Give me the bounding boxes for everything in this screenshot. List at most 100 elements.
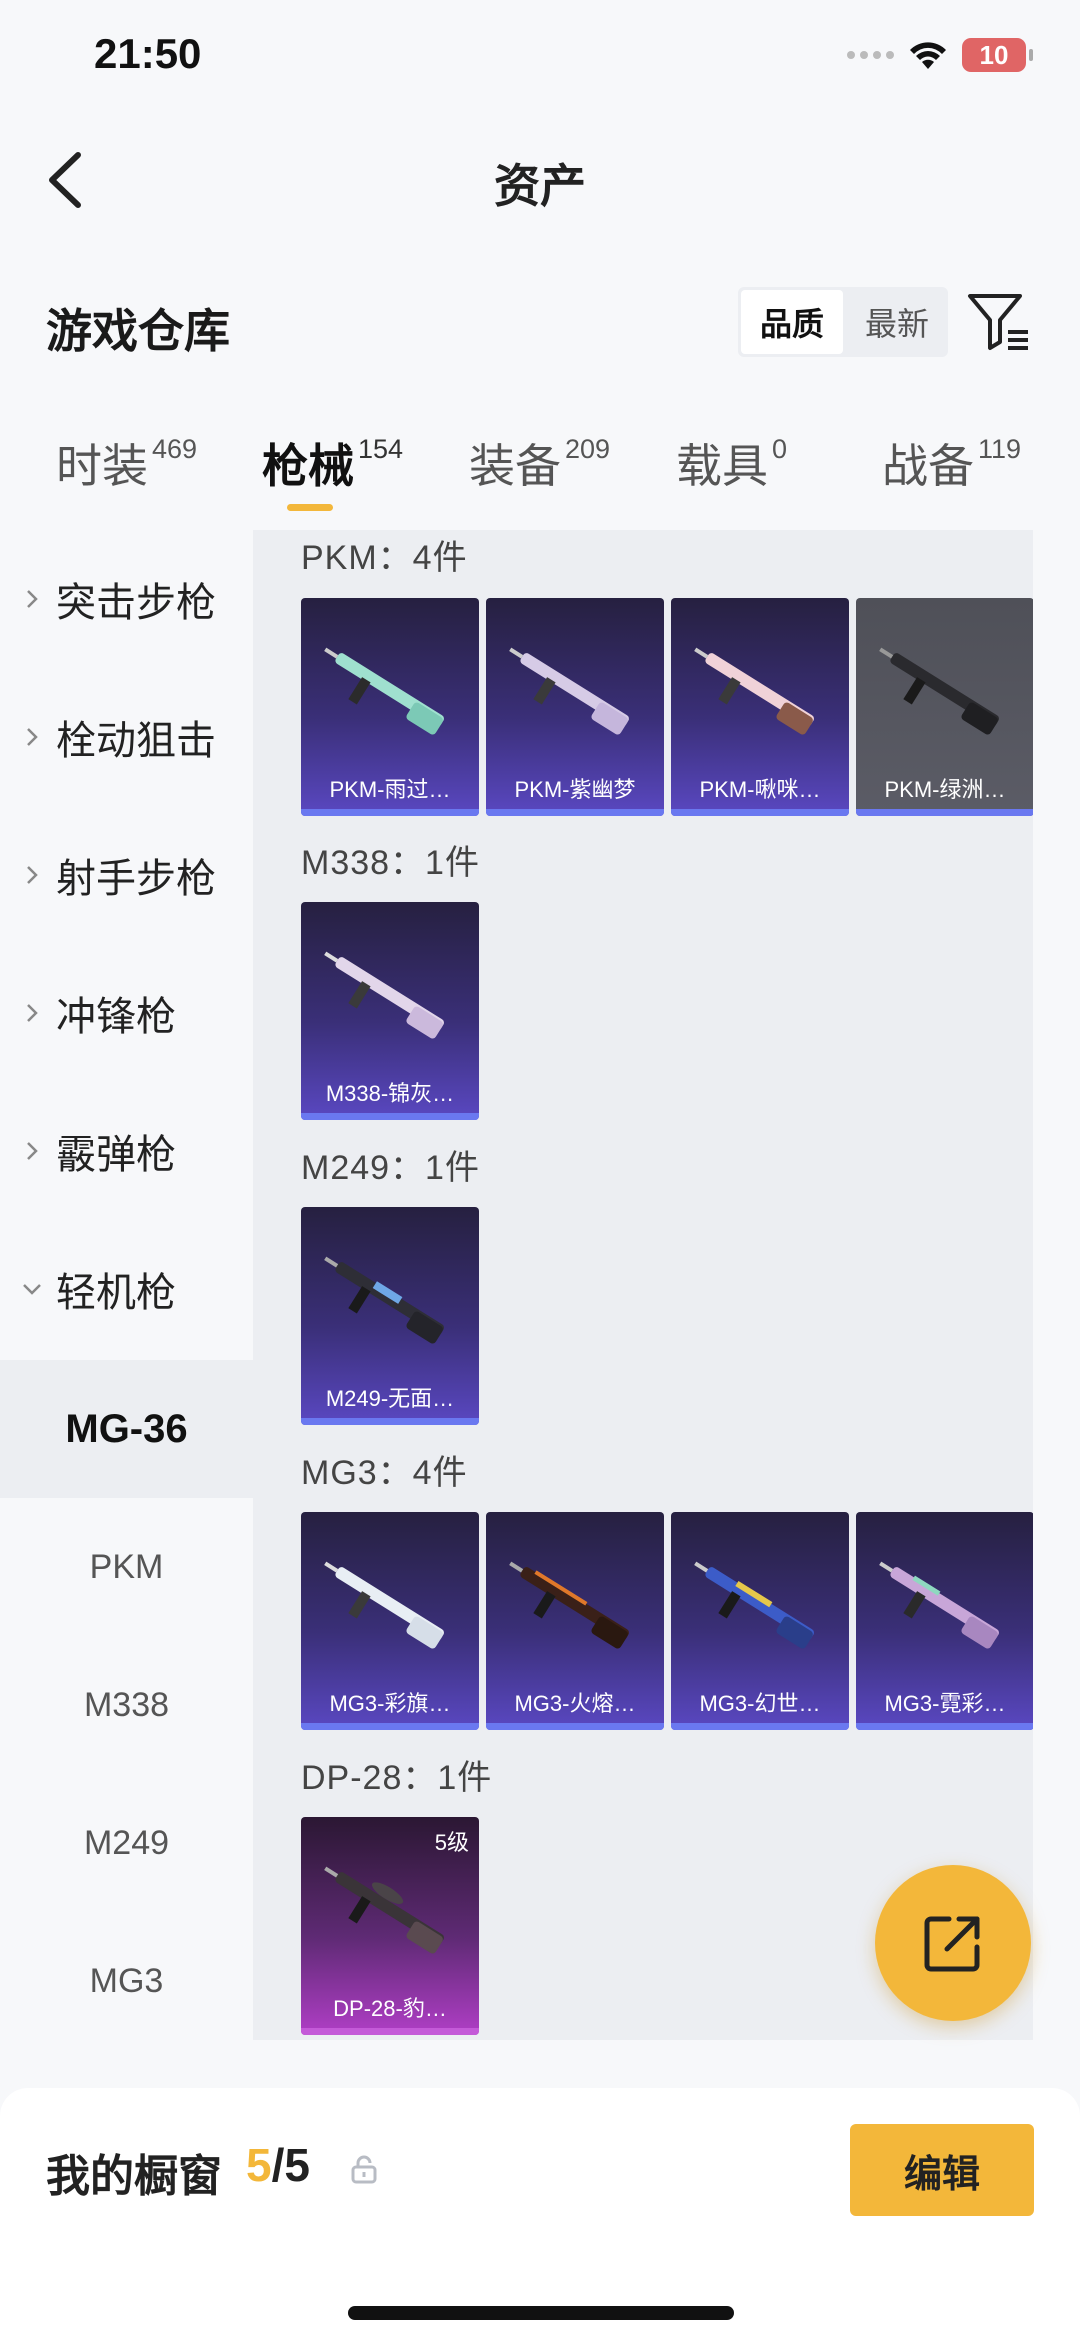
- sidebar-item-shotgun[interactable]: 霰弹枪: [0, 1082, 253, 1220]
- status-bar: 21:50 10: [0, 0, 1080, 120]
- page-title: 资产: [494, 160, 586, 212]
- sidebar-item-bolt-sniper[interactable]: 栓动狙击: [0, 668, 253, 806]
- sidebar-item-label: 突击步枪: [56, 581, 216, 625]
- tab-vehicles[interactable]: 载具 0: [676, 430, 787, 496]
- gun-skin-icon: [879, 647, 999, 735]
- active-tab-indicator: [287, 504, 333, 511]
- sort-toggle: 品质 最新: [738, 287, 948, 357]
- group-title: PKM：4件: [301, 539, 468, 577]
- home-indicator: [348, 2306, 734, 2320]
- tab-fashion[interactable]: 时装 469: [56, 430, 197, 496]
- sidebar-item-marksman-rifle[interactable]: 射手步枪: [0, 806, 253, 944]
- sidebar-item-label: 冲锋枪: [56, 995, 176, 1039]
- tab-count: 119: [978, 434, 1022, 464]
- tab-label: 枪械: [262, 440, 354, 492]
- weapon-card[interactable]: PKM-雨过…: [301, 598, 479, 816]
- tab-count: 0: [772, 434, 788, 464]
- sidebar-subitem-pkm[interactable]: PKM: [0, 1498, 253, 1636]
- sidebar-item-label: 栓动狙击: [56, 719, 216, 763]
- share-button[interactable]: [875, 1865, 1031, 2021]
- weapon-card[interactable]: MG3-幻世…: [671, 1512, 849, 1730]
- tab-label: 载具: [676, 440, 768, 492]
- filter-icon: [968, 294, 1028, 350]
- weapon-card[interactable]: M249-无面…: [301, 1207, 479, 1425]
- tab-combat-gear[interactable]: 战备 119: [882, 430, 1021, 496]
- showcase-count-total: /5: [271, 2139, 310, 2191]
- gun-skin-icon: [879, 1561, 999, 1649]
- chevron-right-icon: [27, 590, 38, 608]
- tab-label: 装备: [469, 440, 561, 492]
- filter-button[interactable]: [966, 290, 1032, 356]
- weapon-name: MG3-彩旗…: [329, 1691, 451, 1716]
- sort-newest-button[interactable]: 最新: [846, 287, 948, 357]
- showcase-bar: 我的橱窗 5/5 编辑: [0, 2088, 1080, 2339]
- group-title: MG3：4件: [301, 1454, 468, 1492]
- weapon-card[interactable]: MG3-火熔…: [486, 1512, 664, 1730]
- weapon-name: PKM-紫幽梦: [514, 777, 636, 802]
- sidebar-subitem-mg3[interactable]: MG3: [0, 1912, 253, 2050]
- showcase-count-current: 5: [246, 2139, 272, 2191]
- gun-skin-icon: [694, 1561, 814, 1649]
- weapon-name: MG3-火熔…: [514, 1691, 636, 1716]
- weapon-card[interactable]: PKM-啾咪…: [671, 598, 849, 816]
- weapon-name: M249-无面…: [325, 1386, 455, 1411]
- sidebar-subitem-mg36[interactable]: MG-36: [0, 1360, 253, 1498]
- tab-firearms[interactable]: 枪械 154: [262, 430, 403, 496]
- gun-skin-icon: [509, 647, 629, 735]
- tab-label: 时装: [56, 440, 148, 492]
- tab-count: 154: [358, 434, 404, 464]
- sidebar-item-smg[interactable]: 冲锋枪: [0, 944, 253, 1082]
- sort-quality-button[interactable]: 品质: [741, 290, 843, 354]
- group-title: M249：1件: [301, 1149, 480, 1187]
- status-icons: 10: [847, 38, 1033, 72]
- tab-count: 469: [152, 434, 198, 464]
- chevron-right-icon: [27, 1142, 38, 1160]
- gun-skin-icon: [324, 1866, 444, 1954]
- level-badge: 5级: [434, 1830, 469, 1855]
- sidebar-item-label: 轻机枪: [56, 1271, 176, 1315]
- weapon-name: PKM-绿洲…: [884, 777, 1006, 802]
- weapon-card[interactable]: M338-锦灰…: [301, 902, 479, 1120]
- weapon-type-sidebar: 突击步枪 栓动狙击 射手步枪 冲锋枪 霰弹枪 轻机枪 MG-36 PKM M33…: [0, 530, 253, 2040]
- weapon-name: MG3-霓彩…: [884, 1691, 1006, 1716]
- share-icon: [924, 1916, 980, 1972]
- gun-skin-icon: [324, 1561, 444, 1649]
- weapon-name: PKM-雨过…: [329, 777, 451, 802]
- chevron-right-icon: [27, 728, 38, 746]
- weapon-card[interactable]: PKM-紫幽梦: [486, 598, 664, 816]
- category-tabs: 时装 469 枪械 154 装备 209 载具 0 战备 119: [0, 430, 1080, 520]
- group-title: DP-28：1件: [301, 1759, 493, 1797]
- sidebar-item-assault-rifle[interactable]: 突击步枪: [0, 530, 253, 668]
- sidebar-item-label: 射手步枪: [56, 857, 216, 901]
- weapon-card[interactable]: MG3-霓彩…: [856, 1512, 1033, 1730]
- weapon-name: M338-锦灰…: [325, 1081, 455, 1106]
- weapon-name: PKM-啾咪…: [699, 777, 821, 802]
- chevron-right-icon: [27, 866, 38, 884]
- chevron-right-icon: [27, 1004, 38, 1022]
- sidebar-subitem-m338[interactable]: M338: [0, 1636, 253, 1774]
- chevron-down-icon: [23, 1284, 41, 1295]
- gun-skin-icon: [324, 647, 444, 735]
- group-title: M338：1件: [301, 844, 480, 882]
- gun-skin-icon: [694, 647, 814, 735]
- weapon-card[interactable]: MG3-彩旗…: [301, 1512, 479, 1730]
- status-time: 21:50: [94, 30, 202, 77]
- weapon-card[interactable]: 5级 DP-28-豹…: [301, 1817, 479, 2035]
- weapon-name: MG3-幻世…: [699, 1691, 821, 1716]
- battery-icon: 10: [962, 38, 1033, 72]
- sidebar-item-label: 霰弹枪: [56, 1133, 176, 1177]
- gun-skin-icon: [509, 1561, 629, 1649]
- sidebar-subitem-m249[interactable]: M249: [0, 1774, 253, 1912]
- unlock-icon: [351, 2155, 377, 2184]
- edit-button[interactable]: 编辑: [850, 2124, 1034, 2216]
- tab-equipment[interactable]: 装备 209: [469, 430, 610, 496]
- wifi-icon: [910, 42, 946, 69]
- sidebar-item-lmg[interactable]: 轻机枪: [0, 1220, 253, 1358]
- section-title: 游戏仓库: [46, 305, 230, 357]
- weapon-name: DP-28-豹…: [333, 1996, 447, 2021]
- weapon-grid: PKM：4件 PKM-雨过… PKM-紫幽梦 PKM-啾咪… PKM-绿洲… M…: [253, 530, 1033, 2040]
- weapon-card[interactable]: PKM-绿洲…: [856, 598, 1033, 816]
- gun-skin-icon: [324, 951, 444, 1039]
- tab-label: 战备: [882, 440, 974, 492]
- gun-skin-icon: [324, 1256, 444, 1344]
